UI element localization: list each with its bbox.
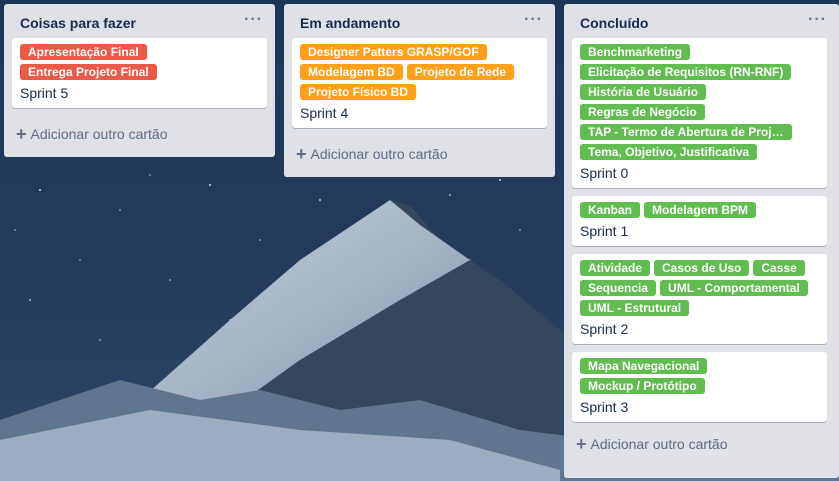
card-sprint-5[interactable]: Apresentação Final Entrega Projeto Final…	[12, 38, 267, 108]
list-menu-icon[interactable]: ···	[808, 12, 827, 31]
card-list: Apresentação Final Entrega Projeto Final…	[4, 38, 275, 108]
card-sprint-0[interactable]: Benchmarketing Elicitação de Requisitos …	[572, 38, 827, 188]
card-label: Mapa Navegacional	[580, 358, 708, 374]
card-label: Benchmarketing	[580, 44, 691, 60]
card-label: Tema, Objetivo, Justificativa	[580, 144, 758, 160]
card-list: Designer Patters GRASP/GOF Modelagem BD …	[284, 38, 555, 128]
card-labels: Atividade Casos de Uso Casse Sequencia U…	[580, 260, 819, 320]
card-label: UML - Estrutural	[580, 300, 690, 316]
card-labels: Kanban Modelagem BPM	[580, 202, 819, 222]
list-title[interactable]: Concluído	[580, 15, 648, 31]
card-label: Mockup / Protótipo	[580, 378, 705, 394]
card-labels: Mapa Navegacional Mockup / Protótipo	[580, 358, 819, 398]
plus-icon: +	[296, 144, 307, 164]
plus-icon: +	[576, 434, 587, 454]
add-card-button[interactable]: + Adicionar outro cartão	[564, 430, 839, 458]
card-list: Benchmarketing Elicitação de Requisitos …	[564, 38, 839, 422]
list-header: Em andamento ···	[284, 4, 555, 38]
card-sprint-2[interactable]: Atividade Casos de Uso Casse Sequencia U…	[572, 254, 827, 344]
card-title: Sprint 1	[580, 223, 629, 239]
list-menu-icon[interactable]: ···	[524, 12, 543, 31]
card-sprint-4[interactable]: Designer Patters GRASP/GOF Modelagem BD …	[292, 38, 547, 128]
card-label: Projeto Físico BD	[300, 84, 417, 100]
card-label: Apresentação Final	[20, 44, 147, 60]
add-card-label: Adicionar outro cartão	[30, 126, 168, 142]
list-title[interactable]: Coisas para fazer	[20, 15, 136, 31]
list-header: Concluído ···	[564, 4, 839, 38]
card-label: Projeto de Rede	[406, 64, 515, 80]
card-title: Sprint 3	[580, 399, 629, 415]
board: Coisas para fazer ··· Apresentação Final…	[0, 0, 839, 481]
card-title: Sprint 4	[300, 105, 349, 121]
card-label: Entrega Projeto Final	[20, 64, 157, 80]
add-card-label: Adicionar outro cartão	[310, 146, 448, 162]
card-label: Atividade	[580, 260, 651, 276]
card-title: Sprint 0	[580, 165, 629, 181]
list-concluido: Concluído ··· Benchmarketing Elicitação …	[564, 4, 839, 478]
add-card-button[interactable]: + Adicionar outro cartão	[284, 140, 555, 168]
card-label: UML - Comportamental	[660, 280, 808, 296]
list-menu-icon[interactable]: ···	[244, 12, 263, 31]
card-label: Modelagem BPM	[644, 202, 757, 218]
add-card-label: Adicionar outro cartão	[590, 436, 728, 452]
card-title: Sprint 5	[20, 85, 69, 101]
card-label: Casos de Uso	[654, 260, 750, 276]
card-sprint-1[interactable]: Kanban Modelagem BPM Sprint 1	[572, 196, 827, 246]
card-label: Modelagem BD	[300, 64, 403, 80]
card-label: Designer Patters GRASP/GOF	[300, 44, 487, 60]
list-header: Coisas para fazer ···	[4, 4, 275, 38]
plus-icon: +	[16, 124, 27, 144]
card-label: Casse	[753, 260, 805, 276]
list-em-andamento: Em andamento ··· Designer Patters GRASP/…	[284, 4, 555, 177]
card-label: TAP - Termo de Abertura de Proj…	[580, 124, 792, 140]
card-label: Sequencia	[580, 280, 657, 296]
add-card-button[interactable]: + Adicionar outro cartão	[4, 120, 275, 148]
card-sprint-3[interactable]: Mapa Navegacional Mockup / Protótipo Spr…	[572, 352, 827, 422]
list-title[interactable]: Em andamento	[300, 15, 400, 31]
list-coisas-para-fazer: Coisas para fazer ··· Apresentação Final…	[4, 4, 275, 157]
card-labels: Benchmarketing Elicitação de Requisitos …	[580, 44, 819, 164]
card-labels: Apresentação Final Entrega Projeto Final	[20, 44, 259, 84]
card-labels: Designer Patters GRASP/GOF Modelagem BD …	[300, 44, 539, 104]
card-label: Regras de Negócio	[580, 104, 705, 120]
card-label: Kanban	[580, 202, 641, 218]
card-title: Sprint 2	[580, 321, 629, 337]
card-label: Elicitação de Requisitos (RN-RNF)	[580, 64, 792, 80]
card-label: História de Usuário	[580, 84, 707, 100]
